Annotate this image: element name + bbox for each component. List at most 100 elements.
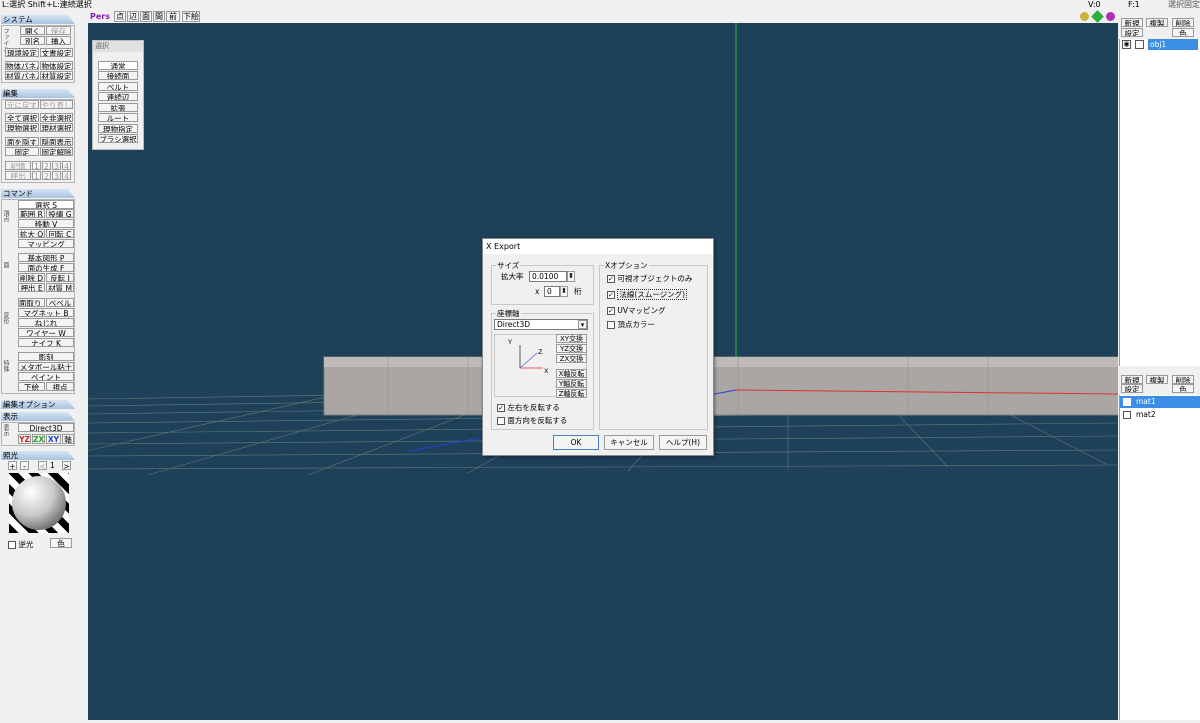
vertex-color-checkbox[interactable]: 頂点カラー	[607, 320, 655, 329]
doc-settings-button[interactable]: 文書設定	[40, 48, 73, 57]
primitive-tool-button[interactable]: 基本図形 P	[18, 253, 74, 262]
material-color-button[interactable]: 色	[1172, 384, 1194, 393]
flip-z-button[interactable]: Z軸反転	[556, 389, 587, 398]
perspective-toggle[interactable]: Pers	[90, 12, 110, 21]
metaball-tool-button[interactable]: メタボール粘土	[18, 362, 74, 371]
unlock-button[interactable]: 固定解除	[40, 147, 73, 156]
eye-icon[interactable]: ◉	[1122, 40, 1131, 49]
backlight-checkbox[interactable]: 逆光	[8, 539, 33, 550]
section-edit-option[interactable]: 編集オプション	[1, 400, 75, 409]
uv-mapping-checkbox[interactable]: ✓ UVマッピング	[607, 306, 666, 315]
add-light-button[interactable]: +	[8, 461, 17, 470]
view-underlay-button[interactable]: 下絵	[182, 11, 200, 22]
section-system[interactable]: システム	[1, 15, 75, 24]
underlay-tool-button[interactable]: 下絵	[18, 382, 45, 391]
select-all-button[interactable]: 全て選択	[5, 113, 39, 122]
move-icon[interactable]	[1091, 10, 1104, 23]
view-vertex-button[interactable]: 点	[114, 11, 126, 22]
duplicate-object-button[interactable]: 複製	[1146, 18, 1168, 27]
rotate-tool-button[interactable]: 回転 C	[46, 229, 74, 238]
flip-lr-checkbox[interactable]: ✓ 左右を反転する	[497, 403, 560, 412]
memory-button[interactable]: 記憶	[5, 161, 31, 170]
wire-tool-button[interactable]: ワイヤー W	[18, 328, 74, 337]
view-edge-button[interactable]: 辺	[127, 11, 139, 22]
cancel-button[interactable]: キャンセル	[604, 435, 654, 450]
open-button[interactable]: 開く	[20, 26, 45, 35]
view-zx-button[interactable]: ZX	[32, 434, 45, 444]
select-tool-button[interactable]: 選択 S	[18, 200, 74, 209]
coord-select[interactable]: Direct3D	[494, 319, 588, 330]
material-panel-button[interactable]: 材質パネル	[5, 71, 39, 80]
axis-toggle-button[interactable]: 軸	[62, 434, 74, 444]
normal-smoothing-checkbox[interactable]: ✓ 法線(スムージング)	[607, 289, 688, 300]
object-panel-button[interactable]: 物体パネル	[5, 61, 39, 70]
invert-tool-button[interactable]: 反転 I	[46, 273, 74, 282]
material-settings-button[interactable]: 材質設定	[40, 71, 73, 80]
flip-face-checkbox[interactable]: 面方向を反転する	[497, 416, 567, 425]
memory-slot-2[interactable]: 2	[42, 161, 51, 170]
object-item-obj1[interactable]: obj1	[1148, 39, 1198, 50]
redo-button[interactable]: やり直し	[40, 100, 73, 109]
show-hidden-button[interactable]: 隠面表示	[40, 137, 73, 146]
section-edit[interactable]: 編集	[1, 89, 75, 98]
delete-material-button[interactable]: 削除	[1172, 375, 1194, 384]
recall-slot-3[interactable]: 3	[52, 171, 61, 180]
select-edge-loop-button[interactable]: 連続辺	[98, 92, 138, 101]
section-command[interactable]: コマンド	[1, 189, 75, 198]
object-color-button[interactable]: 色	[1172, 28, 1194, 37]
light-sphere-preview[interactable]	[9, 473, 69, 533]
undo-button[interactable]: 元に戻す	[5, 100, 39, 109]
object-settings-button[interactable]: 物体設定	[40, 61, 73, 70]
insert-button[interactable]: 挿入	[46, 36, 71, 45]
select-connected-button[interactable]: 接続面	[98, 71, 138, 80]
view-front-button[interactable]: 前	[166, 11, 180, 22]
section-light[interactable]: 照光	[1, 451, 75, 460]
save-button[interactable]: 保存	[46, 26, 71, 35]
view-face-button[interactable]: 面	[140, 11, 152, 22]
next-light-button[interactable]: >	[62, 461, 71, 470]
view-hidden-button[interactable]: 間	[153, 11, 165, 22]
select-brush-button[interactable]: ブラシ選択	[98, 134, 138, 143]
move-tool-button[interactable]: 移動 V	[18, 219, 74, 228]
range-tool-button[interactable]: 範囲 R	[18, 209, 45, 218]
exponent-input[interactable]: 0	[544, 286, 560, 297]
scale-input[interactable]: 0.0100	[529, 271, 567, 282]
flip-x-button[interactable]: X軸反転	[556, 369, 587, 378]
sculpt-tool-button[interactable]: 彫刻	[18, 352, 74, 361]
help-button[interactable]: ヘルプ(H)	[659, 435, 707, 450]
select-current-object-button[interactable]: 現物選択	[5, 123, 39, 132]
material-tool-button[interactable]: 材質 M	[46, 283, 74, 292]
view-xy-button[interactable]: XY	[46, 434, 61, 444]
rotate-icon[interactable]	[1106, 12, 1115, 21]
material-settings-button-right[interactable]: 設定	[1121, 384, 1143, 393]
select-current-material-button[interactable]: 現材選択	[40, 123, 73, 132]
select-normal-button[interactable]: 通常	[98, 61, 138, 70]
memory-slot-4[interactable]: 4	[62, 161, 71, 170]
memory-slot-1[interactable]: 1	[32, 161, 41, 170]
hide-faces-button[interactable]: 面を隠す	[5, 137, 39, 146]
light-color-button[interactable]: 色	[50, 538, 72, 548]
delete-object-button[interactable]: 削除	[1172, 18, 1194, 27]
recall-slot-2[interactable]: 2	[42, 171, 51, 180]
object-settings-button-right[interactable]: 設定	[1121, 28, 1143, 37]
bevel-tool-button[interactable]: ベベル	[46, 298, 74, 307]
scale-spinner[interactable]: ⬍	[567, 271, 575, 282]
magnet-tool-button[interactable]: マグネット B	[18, 308, 74, 317]
extrude-tool-button[interactable]: 押出 E	[18, 283, 45, 292]
recall-button[interactable]: 呼出	[5, 171, 31, 180]
paint-tool-button[interactable]: ペイント	[18, 372, 74, 381]
new-material-button[interactable]: 新規	[1121, 375, 1143, 384]
knife-tool-button[interactable]: ナイフ K	[18, 338, 74, 347]
swap-zx-button[interactable]: ZX交換	[556, 354, 587, 363]
lock-icon[interactable]	[1135, 40, 1144, 49]
scale-tool-button[interactable]: 拡大 Q	[18, 229, 45, 238]
duplicate-material-button[interactable]: 複製	[1146, 375, 1168, 384]
recall-slot-1[interactable]: 1	[32, 171, 41, 180]
deselect-all-button[interactable]: 全非選択	[40, 113, 73, 122]
save-as-button[interactable]: 別名	[20, 36, 45, 45]
swap-yz-button[interactable]: YZ交換	[556, 344, 587, 353]
material-item-mat2[interactable]: mat2	[1120, 409, 1200, 421]
coord-dropdown-icon[interactable]: ▾	[578, 320, 587, 329]
lasso-tool-button[interactable]: 投縄 G	[46, 209, 74, 218]
select-current-object-only-button[interactable]: 現物指定	[98, 124, 138, 133]
